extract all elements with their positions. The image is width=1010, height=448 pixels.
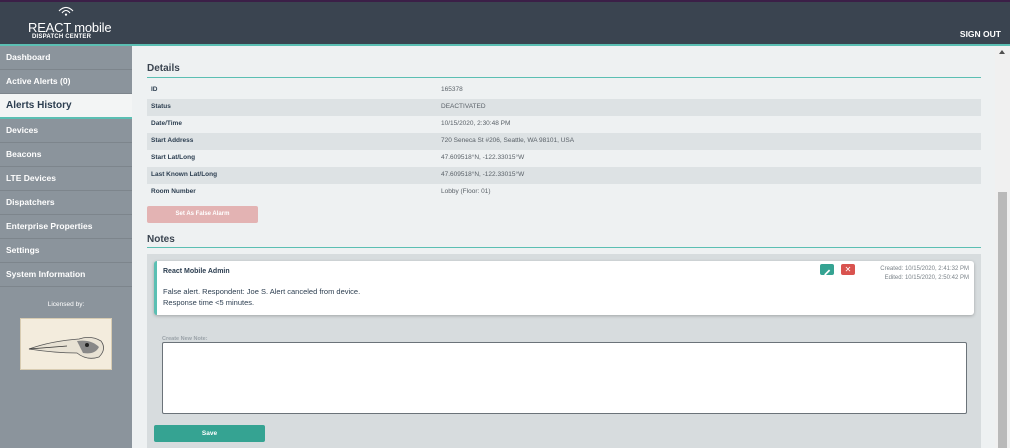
- sidebar-item-system-information[interactable]: System Information: [0, 263, 132, 287]
- notes-panel: React Mobile Admin False alert. Responde…: [147, 254, 981, 448]
- licensee-logo: [20, 318, 112, 370]
- main-content: Details ID 165378 Status DEACTIVATED Dat…: [133, 46, 995, 448]
- details-label: Start Lat/Long: [151, 154, 196, 161]
- sidebar: Dashboard Active Alerts (0) Alerts Histo…: [0, 46, 132, 448]
- new-note-input[interactable]: [162, 342, 967, 414]
- scroll-up-arrow-icon[interactable]: [999, 50, 1005, 54]
- sidebar-item-settings[interactable]: Settings: [0, 239, 132, 263]
- details-label: Status: [151, 103, 171, 110]
- details-row-datetime: Date/Time 10/15/2020, 2:30:48 PM: [147, 116, 981, 133]
- sidebar-item-dashboard[interactable]: Dashboard: [0, 46, 132, 70]
- details-row-start-latlong: Start Lat/Long 47.609518°N, -122.33015°W: [147, 150, 981, 167]
- details-row-room-number: Room Number Lobby (Floor: 01): [147, 184, 981, 201]
- details-row-status: Status DEACTIVATED: [147, 99, 981, 116]
- save-note-button[interactable]: Save: [154, 425, 265, 442]
- details-row-last-latlong: Last Known Lat/Long 47.609518°N, -122.33…: [147, 167, 981, 184]
- note-timestamps: Created: 10/15/2020, 2:41:32 PM Edited: …: [880, 265, 969, 283]
- details-value: 47.609518°N, -122.33015°W: [441, 171, 525, 178]
- details-value: DEACTIVATED: [441, 103, 486, 110]
- sidebar-item-devices[interactable]: Devices: [0, 119, 132, 143]
- pencil-icon: [824, 269, 831, 276]
- sidebar-item-beacons[interactable]: Beacons: [0, 143, 132, 167]
- details-table: ID 165378 Status DEACTIVATED Date/Time 1…: [147, 82, 981, 201]
- delete-note-button[interactable]: ✕: [841, 264, 855, 275]
- details-value: 10/15/2020, 2:30:48 PM: [441, 120, 511, 127]
- note-author: React Mobile Admin: [163, 268, 230, 275]
- details-title: Details: [147, 63, 180, 74]
- details-value: Lobby (Floor: 01): [441, 188, 491, 195]
- details-value: 165378: [441, 86, 463, 93]
- details-label: ID: [151, 86, 158, 93]
- note-edited: Edited: 10/15/2020, 2:50:42 PM: [884, 275, 969, 281]
- vertical-scrollbar[interactable]: [995, 46, 1010, 448]
- details-row-start-address: Start Address 720 Seneca St #206, Seattl…: [147, 133, 981, 150]
- details-value: 720 Seneca St #206, Seattle, WA 98101, U…: [441, 137, 575, 144]
- brand-name: REACT mobile: [28, 20, 112, 35]
- details-label: Room Number: [151, 188, 196, 195]
- details-row-id: ID 165378: [147, 82, 981, 99]
- note-card: React Mobile Admin False alert. Responde…: [154, 261, 974, 315]
- signal-waves-icon: [58, 6, 74, 16]
- top-bar: REACT mobile DISPATCH CENTER SIGN OUT: [0, 0, 1010, 46]
- brand-tagline: DISPATCH CENTER: [32, 34, 92, 40]
- details-divider: [147, 77, 981, 78]
- sidebar-item-active-alerts[interactable]: Active Alerts (0): [0, 70, 132, 94]
- sidebar-item-lte-devices[interactable]: LTE Devices: [0, 167, 132, 191]
- notes-divider: [147, 247, 981, 248]
- bird-head-image: [28, 337, 104, 359]
- details-label: Start Address: [151, 137, 194, 144]
- scroll-thumb[interactable]: [998, 192, 1007, 448]
- sidebar-item-enterprise-properties[interactable]: Enterprise Properties: [0, 215, 132, 239]
- edit-note-button[interactable]: [820, 264, 834, 276]
- set-false-alarm-button[interactable]: Set As False Alarm: [147, 206, 258, 223]
- details-label: Last Known Lat/Long: [151, 171, 218, 178]
- note-body: False alert. Respondent: Joe S. Alert ca…: [163, 286, 360, 308]
- note-line: False alert. Respondent: Joe S. Alert ca…: [163, 287, 361, 296]
- note-created: Created: 10/15/2020, 2:41:32 PM: [880, 266, 969, 272]
- note-line: Response time <5 minutes.: [163, 298, 255, 307]
- licensed-by-label: Licensed by:: [47, 301, 85, 308]
- sign-out-button[interactable]: SIGN OUT: [960, 29, 1001, 39]
- details-label: Date/Time: [151, 120, 182, 127]
- close-icon: ✕: [844, 265, 852, 274]
- notes-title: Notes: [147, 234, 175, 245]
- details-value: 47.609518°N, -122.33015°W: [441, 154, 525, 161]
- sidebar-item-alerts-history[interactable]: Alerts History: [0, 94, 132, 119]
- sidebar-item-dispatchers[interactable]: Dispatchers: [0, 191, 132, 215]
- brand-logo[interactable]: REACT mobile DISPATCH CENTER: [28, 6, 112, 42]
